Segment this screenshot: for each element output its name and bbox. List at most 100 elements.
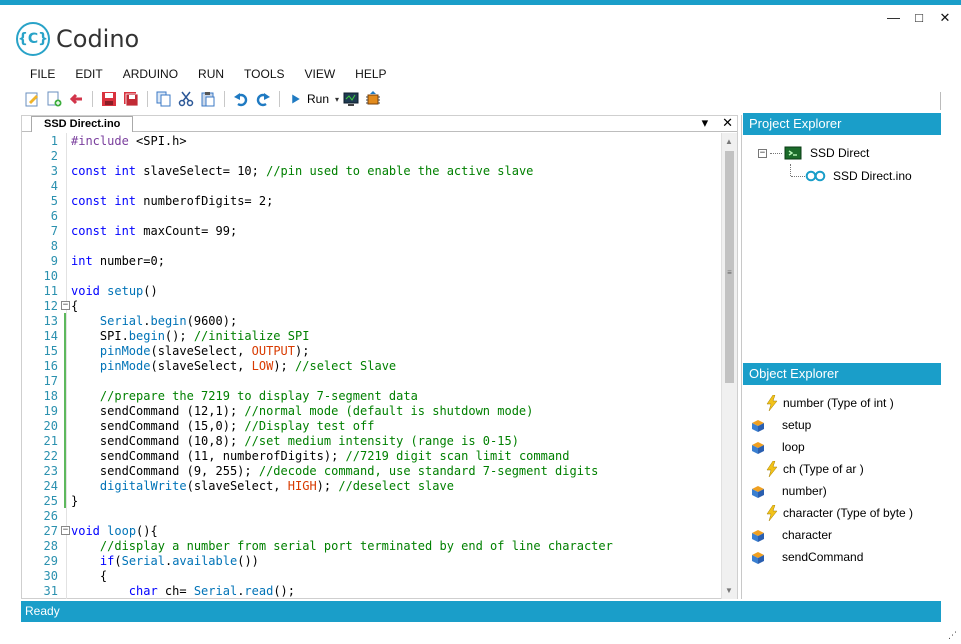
window-controls: — □ ✕ <box>887 10 951 26</box>
tab-ssd-direct-ino[interactable]: SSD Direct.ino <box>31 116 134 132</box>
fold-margin <box>59 133 71 148</box>
project-file-node[interactable]: SSD Direct.ino <box>790 164 912 183</box>
code-line[interactable]: 5 const int numberofDigits= 2; <box>22 193 722 208</box>
scrollbar-grip-icon: ≡ <box>727 268 732 277</box>
paste-button[interactable] <box>198 89 218 109</box>
editor-vertical-scrollbar[interactable]: ▲ ≡ ▼ <box>721 133 737 599</box>
code-line[interactable]: 2 <box>22 148 722 163</box>
code-line[interactable]: 29 if(Serial.available()) <box>22 553 722 568</box>
code-line[interactable]: 10 <box>22 268 722 283</box>
panel-splitter[interactable] <box>741 115 742 599</box>
code-line[interactable]: 7 const int maxCount= 99; <box>22 223 722 238</box>
code-line[interactable]: 3 const int slaveSelect= 10; //pin used t… <box>22 163 722 178</box>
menu-file[interactable]: FILE <box>20 66 65 82</box>
fold-margin <box>59 373 71 388</box>
code-line[interactable]: 13 Serial.begin(9600); <box>22 313 722 328</box>
code-line[interactable]: 16 pinMode(slaveSelect, LOW); //select S… <box>22 358 722 373</box>
run-button[interactable]: Run <box>286 92 333 106</box>
save-all-button[interactable] <box>121 89 141 109</box>
menu-arduino[interactable]: ARDUINO <box>113 66 188 82</box>
code-line[interactable]: 30 { <box>22 568 722 583</box>
serial-monitor-button[interactable] <box>341 89 361 109</box>
cut-button[interactable] <box>176 89 196 109</box>
code-line[interactable]: 17 <box>22 373 722 388</box>
undo-button[interactable] <box>231 89 251 109</box>
status-text: Ready <box>25 604 60 618</box>
close-window-button[interactable]: ✕ <box>939 10 951 26</box>
code-line[interactable]: 9 int number=0; <box>22 253 722 268</box>
minimize-button[interactable]: — <box>887 10 900 26</box>
add-file-button[interactable] <box>44 89 64 109</box>
code-line[interactable]: 24 digitalWrite(slaveSelect, HIGH); //de… <box>22 478 722 493</box>
object-explorer-item[interactable]: character <box>749 526 832 544</box>
tab-list-dropdown-icon[interactable]: ▾ <box>702 115 709 131</box>
maximize-button[interactable]: □ <box>913 10 925 26</box>
line-number: 22 <box>43 448 58 463</box>
object-explorer-item[interactable]: character (Type of byte ) <box>765 504 913 522</box>
code-line[interactable]: 21 sendCommand (10,8); //set medium inte… <box>22 433 722 448</box>
redo-button[interactable] <box>253 89 273 109</box>
fold-margin <box>59 493 71 508</box>
code-line[interactable]: 22 sendCommand (11, numberofDigits); //7… <box>22 448 722 463</box>
object-explorer-item[interactable]: sendCommand <box>749 548 863 566</box>
fold-margin <box>59 358 71 373</box>
upload-button[interactable] <box>363 89 383 109</box>
redo-icon <box>256 93 270 107</box>
close-tab-icon[interactable]: ✕ <box>722 115 733 131</box>
code-text: Serial.begin(9600); <box>99 313 238 328</box>
object-explorer-item[interactable]: number (Type of int ) <box>765 394 894 412</box>
code-line[interactable]: 1 #include <SPI.h> <box>22 133 722 148</box>
collapse-toggle-icon[interactable]: − <box>758 148 767 158</box>
code-line[interactable]: 8 <box>22 238 722 253</box>
project-explorer-header: Project Explorer <box>743 113 941 135</box>
line-number: 19 <box>43 403 58 418</box>
code-text-area[interactable]: 1 #include <SPI.h> 2 3 const int slaveSelect… <box>22 133 722 599</box>
object-explorer-item[interactable]: loop <box>749 438 805 456</box>
run-dropdown-icon[interactable]: ▾ <box>335 95 339 104</box>
code-line[interactable]: 23 sendCommand (9, 255); //decode comman… <box>22 463 722 478</box>
new-file-button[interactable] <box>22 89 42 109</box>
code-line[interactable]: 14 SPI.begin(); //initialize SPI <box>22 328 722 343</box>
code-line[interactable]: 15 pinMode(slaveSelect, OUTPUT); <box>22 343 722 358</box>
code-line[interactable]: 12−{ <box>22 298 722 313</box>
menu-help[interactable]: HELP <box>345 66 396 82</box>
menu-run[interactable]: RUN <box>188 66 234 82</box>
code-line[interactable]: 19 sendCommand (12,1); //normal mode (de… <box>22 403 722 418</box>
code-line[interactable]: 25} <box>22 493 722 508</box>
changed-line-marker <box>64 478 66 493</box>
scroll-up-icon[interactable]: ▲ <box>725 137 733 146</box>
line-number: 6 <box>50 208 58 223</box>
code-line[interactable]: 27− void loop(){ <box>22 523 722 538</box>
fold-toggle-icon[interactable]: − <box>61 526 70 535</box>
menu-tools[interactable]: TOOLS <box>234 66 294 82</box>
toolbar-separator <box>147 91 148 107</box>
scroll-down-icon[interactable]: ▼ <box>725 586 733 595</box>
copy-button[interactable] <box>154 89 174 109</box>
remove-file-button[interactable] <box>66 89 86 109</box>
changed-line-marker <box>64 463 66 478</box>
lightning-icon <box>765 505 779 521</box>
code-line[interactable]: 26 <box>22 508 722 523</box>
code-line[interactable]: 28 //display a number from serial port t… <box>22 538 722 553</box>
fold-toggle-icon[interactable]: − <box>61 301 70 310</box>
code-text: { <box>71 568 108 583</box>
fold-margin: − <box>59 523 71 538</box>
menu-edit[interactable]: EDIT <box>65 66 112 82</box>
project-node[interactable]: − SSD Direct <box>758 146 869 160</box>
status-bar: Ready <box>21 601 941 622</box>
code-line[interactable]: 31 char ch= Serial.read(); <box>22 583 722 598</box>
object-explorer-item[interactable]: ch (Type of ar ) <box>765 460 864 478</box>
save-button[interactable] <box>99 89 119 109</box>
code-line[interactable]: 6 <box>22 208 722 223</box>
code-line[interactable]: 4 <box>22 178 722 193</box>
object-explorer-item[interactable]: number) <box>749 482 827 500</box>
play-icon <box>292 94 300 104</box>
resize-grip-icon[interactable]: ⋰ <box>948 630 957 641</box>
code-line[interactable]: 18 //prepare the 7219 to display 7-segme… <box>22 388 722 403</box>
code-line[interactable]: 11 void setup() <box>22 283 722 298</box>
code-line[interactable]: 20 sendCommand (15,0); //Display test of… <box>22 418 722 433</box>
fold-margin <box>59 343 71 358</box>
line-number: 17 <box>43 373 58 388</box>
object-explorer-item[interactable]: setup <box>749 416 811 434</box>
menu-view[interactable]: VIEW <box>295 66 346 82</box>
